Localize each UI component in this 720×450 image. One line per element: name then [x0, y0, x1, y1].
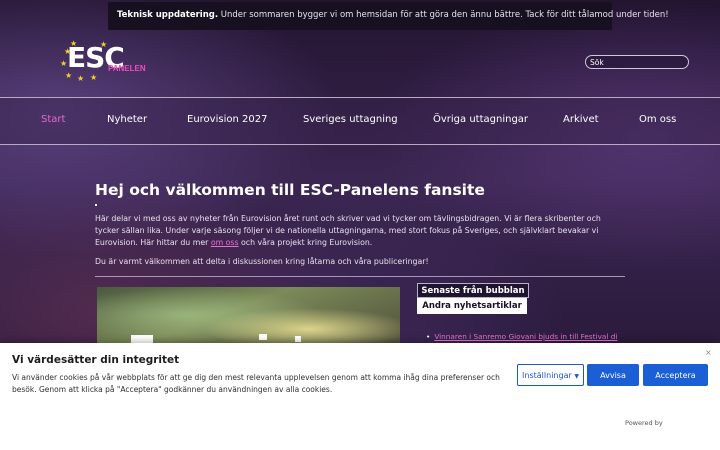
news-list: Vinnaren i Sanremo Giovani bjuds in till…: [426, 332, 626, 341]
intro-text-end: och våra projekt kring Eurovision.: [238, 238, 373, 247]
notice-title: Teknisk uppdatering.: [117, 10, 219, 20]
settings-label: Inställningar: [522, 370, 572, 380]
chevron-down-icon: ▼: [574, 372, 579, 380]
list-item: Vinnaren i Sanremo Giovani bjuds in till…: [426, 332, 626, 341]
nav-item-arkivet[interactable]: Arkivet: [563, 114, 599, 125]
cookie-consent-banner: Vi värdesätter din integritet Vi använde…: [0, 343, 720, 450]
logo-star-icon: ★: [77, 74, 85, 83]
about-us-link[interactable]: om oss: [211, 238, 239, 247]
maintenance-notice: Teknisk uppdatering. Under sommaren bygg…: [108, 2, 669, 30]
intro-paragraph: Här delar vi med oss av nyheter från Eur…: [95, 213, 625, 249]
nav-item-ovriga-uttagningar[interactable]: Övriga uttagningar: [433, 114, 528, 125]
page-title: Hej och välkommen till ESC-Panelens fans…: [95, 181, 485, 199]
reject-button[interactable]: Avvisa: [587, 364, 639, 386]
search-input[interactable]: [585, 55, 689, 69]
section-divider: [95, 276, 625, 277]
cookie-title: Vi värdesätter din integritet: [12, 354, 180, 366]
nav-item-sveriges-uttagning[interactable]: Sveriges uttagning: [303, 114, 398, 125]
cookie-text: Vi använder cookies på vår webbplats för…: [12, 373, 500, 394]
news-link[interactable]: Vinnaren i Sanremo Giovani bjuds in till…: [434, 332, 617, 341]
image-overlay-shape: [259, 334, 267, 340]
nav-item-start[interactable]: Start: [41, 114, 65, 125]
accept-button[interactable]: Acceptera: [643, 364, 708, 386]
welcome-paragraph: Du är varmt välkommen att delta i diskus…: [95, 257, 429, 266]
logo-star-icon: ★: [90, 73, 98, 82]
cookie-settings-button[interactable]: Inställningar ▼: [517, 364, 584, 386]
powered-by-label: Powered by: [625, 419, 663, 427]
nav-item-nyheter[interactable]: Nyheter: [107, 114, 147, 125]
close-icon[interactable]: ×: [705, 348, 712, 357]
logo-subtext: PANELEN: [108, 64, 146, 73]
nav-item-eurovision-2027[interactable]: Eurovision 2027: [187, 114, 267, 125]
tab-latest-bubble[interactable]: Senaste från bubblan: [417, 283, 529, 298]
main-navigation: Start Nyheter Eurovision 2027 Sveriges u…: [0, 97, 720, 145]
notice-text: Under sommaren bygger vi om hemsidan för…: [218, 10, 669, 20]
tab-other-news[interactable]: Andra nyhetsartiklar: [417, 298, 527, 314]
site-logo[interactable]: ★ ★ ★ ★ ★ ★ ★ ESC PANELEN: [60, 40, 146, 83]
title-divider-dot: [95, 204, 97, 206]
nav-item-om-oss[interactable]: Om oss: [639, 114, 676, 125]
image-overlay-shape: [295, 336, 301, 342]
